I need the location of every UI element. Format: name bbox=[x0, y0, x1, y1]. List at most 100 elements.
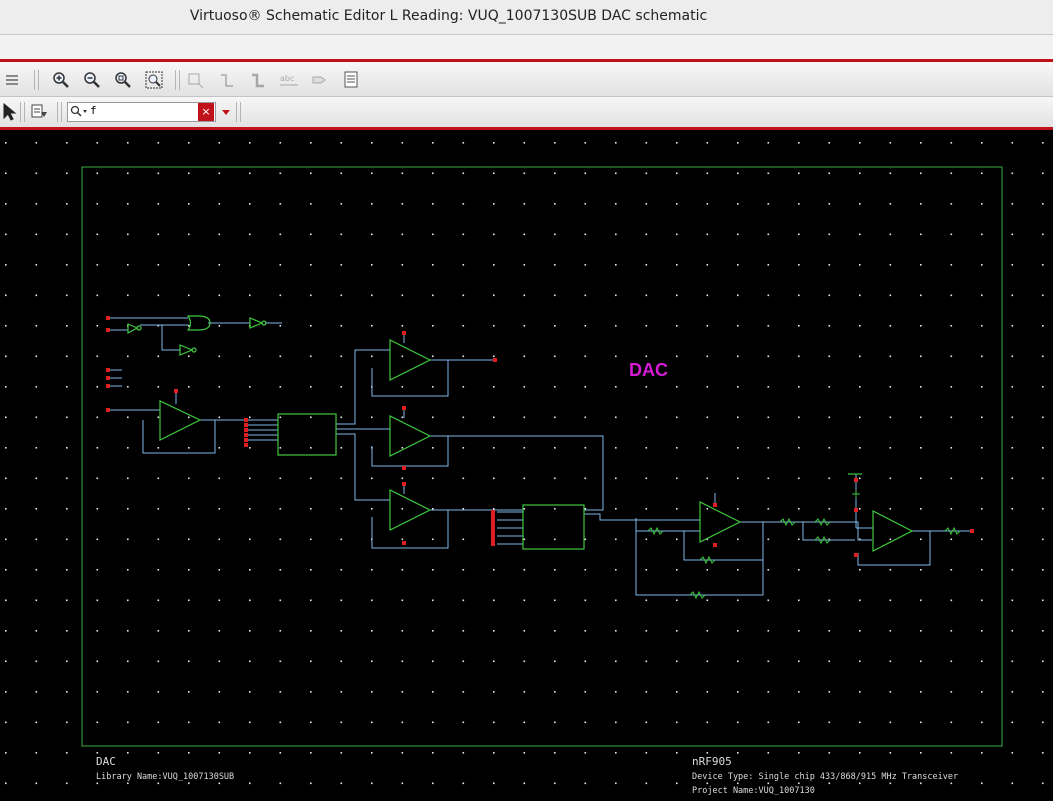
grid-dot bbox=[35, 477, 38, 480]
grid-dot bbox=[767, 447, 770, 449]
grid-dot bbox=[554, 752, 556, 754]
grid-dot bbox=[66, 752, 68, 754]
grid-dot bbox=[493, 599, 495, 602]
grid-dot bbox=[279, 508, 282, 510]
grid-dot bbox=[371, 416, 373, 419]
label-abc-icon[interactable]: abc bbox=[279, 70, 299, 90]
grid-dot bbox=[767, 752, 770, 754]
grid-dot bbox=[66, 355, 68, 358]
grid-dot bbox=[127, 447, 129, 449]
grid-dot bbox=[157, 203, 160, 205]
grid-dot bbox=[401, 538, 404, 541]
grid-dot bbox=[66, 447, 68, 449]
grid-dot bbox=[279, 447, 282, 449]
grid-dot bbox=[5, 599, 7, 602]
grid-dot bbox=[310, 691, 312, 693]
grid-dot bbox=[462, 203, 465, 205]
grid-dot bbox=[889, 782, 892, 785]
grid-dot bbox=[188, 142, 190, 144]
grid-dot bbox=[584, 477, 587, 480]
grid-dot bbox=[615, 630, 617, 632]
grid-dot bbox=[218, 416, 221, 419]
grid-dot bbox=[767, 630, 770, 632]
grid-dot bbox=[279, 142, 282, 144]
grid-dot bbox=[920, 325, 922, 327]
grid-dot bbox=[5, 386, 7, 388]
grid-dot bbox=[401, 721, 404, 724]
grid-dot bbox=[615, 569, 617, 571]
grid-dot bbox=[462, 721, 465, 724]
grid-dot bbox=[645, 142, 648, 144]
grid-dot bbox=[798, 477, 800, 480]
grid-dot bbox=[554, 294, 556, 297]
grid-dot bbox=[1042, 447, 1044, 449]
grid-dot bbox=[981, 355, 983, 358]
grid-dot bbox=[523, 416, 526, 419]
grid-dot bbox=[1011, 355, 1014, 358]
instance-icon[interactable] bbox=[185, 70, 205, 90]
grid-dot bbox=[828, 477, 831, 480]
clear-search-button[interactable]: × bbox=[198, 103, 214, 121]
grid-dot bbox=[249, 264, 251, 266]
grid-dot bbox=[584, 294, 587, 297]
grid-dot bbox=[371, 172, 373, 175]
grid-dot bbox=[188, 569, 190, 571]
zoom-fit-icon[interactable] bbox=[113, 70, 133, 90]
grid-dot bbox=[706, 721, 709, 724]
grid-dot bbox=[157, 142, 160, 144]
grid-dot bbox=[493, 721, 495, 724]
dropdown-arrow-icon[interactable] bbox=[216, 102, 236, 122]
zoom-out-icon[interactable] bbox=[82, 70, 102, 90]
grid-dot bbox=[462, 325, 465, 327]
grid-dot bbox=[188, 538, 190, 541]
grid-dot bbox=[1042, 294, 1044, 297]
list-icon[interactable] bbox=[2, 70, 22, 90]
grid-dot bbox=[218, 355, 221, 358]
grid-dot bbox=[462, 569, 465, 571]
zoom-box-icon[interactable] bbox=[144, 70, 164, 90]
grid-dot bbox=[66, 660, 68, 663]
wire-thick-icon[interactable] bbox=[248, 70, 268, 90]
grid-dot bbox=[279, 416, 282, 419]
grid-dot bbox=[1042, 386, 1044, 388]
pin-marker bbox=[491, 530, 495, 534]
grid-dot bbox=[188, 386, 190, 388]
grid-dot bbox=[645, 691, 648, 693]
grid-dot bbox=[920, 294, 922, 297]
grid-dot bbox=[920, 233, 922, 236]
grid-dot bbox=[828, 752, 831, 754]
grid-dot bbox=[1011, 447, 1014, 449]
grid-dot bbox=[584, 264, 587, 266]
grid-dot bbox=[645, 569, 648, 571]
grid-dot bbox=[798, 203, 800, 205]
grid-dot bbox=[96, 508, 99, 510]
grid-dot bbox=[218, 386, 221, 388]
property-icon[interactable] bbox=[341, 70, 361, 90]
grid-dot bbox=[828, 294, 831, 297]
pin-marker bbox=[854, 553, 858, 557]
grid-dot bbox=[767, 782, 770, 785]
grid-dot bbox=[279, 386, 282, 388]
grid-dot bbox=[1011, 294, 1014, 297]
grid-dot bbox=[859, 477, 861, 480]
grid-dot bbox=[1042, 416, 1044, 419]
grid-dot bbox=[493, 630, 495, 632]
menu-bar bbox=[0, 35, 1053, 59]
pin-icon[interactable] bbox=[310, 70, 330, 90]
grid-dot bbox=[523, 508, 526, 510]
grid-dot bbox=[706, 386, 709, 388]
grid-dot bbox=[920, 569, 922, 571]
grid-dot bbox=[950, 721, 953, 724]
grid-dot bbox=[767, 477, 770, 480]
grid-dot bbox=[66, 569, 68, 571]
grid-dot bbox=[340, 782, 343, 785]
select-arrow-icon[interactable] bbox=[0, 102, 20, 122]
schematic-canvas[interactable]: DAC DAC Library Name:VUQ_1007130SUB nRF9… bbox=[0, 130, 1053, 801]
search-input[interactable]: f × bbox=[67, 102, 216, 122]
grid-dot bbox=[1042, 782, 1044, 785]
grid-dot bbox=[310, 599, 312, 602]
zoom-in-icon[interactable] bbox=[51, 70, 71, 90]
wire-icon[interactable] bbox=[217, 70, 237, 90]
grid-dot bbox=[157, 264, 160, 266]
filter-icon[interactable] bbox=[29, 102, 49, 122]
